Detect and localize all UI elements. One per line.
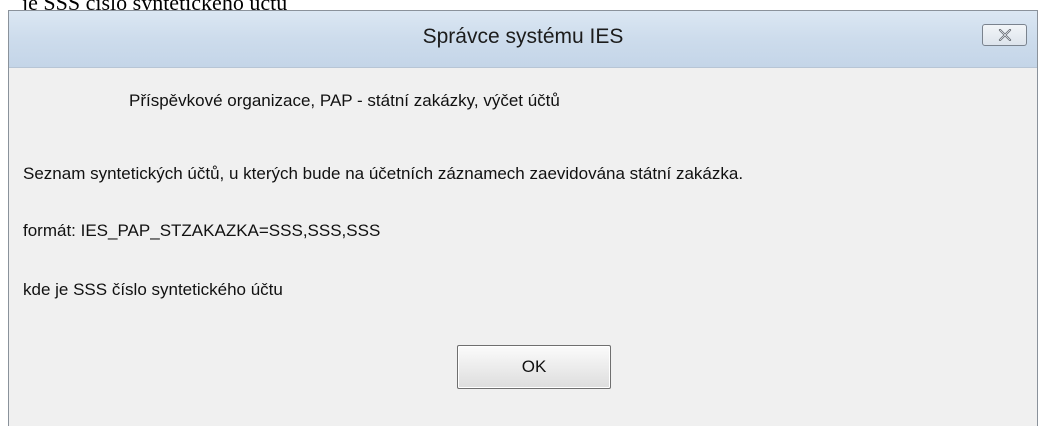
message-explanation: kde je SSS číslo syntetického účtu [23,280,283,299]
message-description: Seznam syntetických účtů, u kterých bude… [23,164,744,183]
ok-button[interactable]: OK [457,345,611,389]
message-dialog: Správce systému IES Příspěvkové organiza… [8,10,1038,426]
close-button[interactable] [982,24,1027,46]
dialog-title: Správce systému IES [422,25,624,48]
title-bar[interactable]: Správce systému IES [9,11,1037,68]
message-format: formát: IES_PAP_STZAKAZKA=SSS,SSS,SSS [23,221,381,240]
close-icon [998,29,1012,41]
message-heading: Příspěvkové organizace, PAP - státní zak… [129,91,560,110]
dialog-content: Příspěvkové organizace, PAP - státní zak… [9,68,1037,426]
